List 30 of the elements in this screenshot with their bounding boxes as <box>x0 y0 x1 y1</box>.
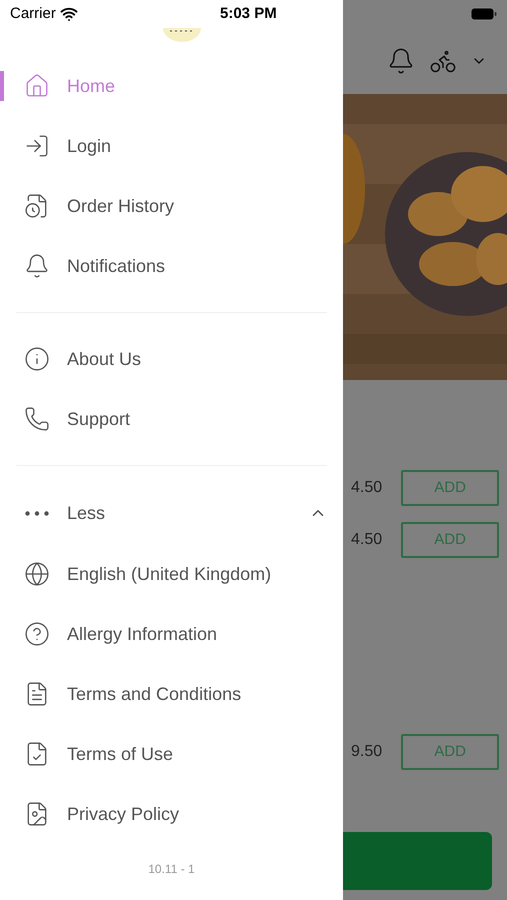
wifi-icon <box>60 5 78 23</box>
logo-icon <box>162 28 202 42</box>
house-icon <box>24 73 50 99</box>
price-label: 4.50 <box>351 478 382 498</box>
less-toggle[interactable]: Less <box>0 482 343 544</box>
menu-item[interactable]: Allergy Information <box>0 620 218 648</box>
version-label: 10.11 - 1 <box>148 861 195 878</box>
menu-item[interactable]: Support <box>0 406 130 432</box>
menu-item[interactable]: Terms and Conditions <box>0 680 242 708</box>
info-icon <box>24 346 50 372</box>
login-icon <box>24 133 50 159</box>
checkout-bar[interactable] <box>343 832 492 890</box>
carrier-label: Carrier <box>10 4 56 24</box>
menu-item[interactable]: Order History <box>0 192 174 220</box>
bell-icon <box>24 253 50 279</box>
phone-icon <box>24 406 50 432</box>
menu-item[interactable]: Notifications <box>0 252 166 280</box>
price-label: 4.50 <box>351 530 382 550</box>
help-icon <box>24 621 50 647</box>
menu-item[interactable]: Login <box>0 132 112 160</box>
bell-icon[interactable] <box>387 47 415 75</box>
menu-item[interactable]: English (United Kingdom) <box>0 560 272 588</box>
globe-icon <box>24 561 50 587</box>
menu-item[interactable]: Privacy Policy <box>0 800 180 828</box>
more-icon <box>25 510 49 516</box>
clock: 5:03 PM <box>220 4 277 24</box>
price-label: 9.50 <box>351 742 382 762</box>
battery-icon <box>471 8 497 20</box>
menu-item[interactable]: Terms of Use <box>0 740 174 768</box>
menu-item[interactable]: About Us <box>0 346 142 372</box>
